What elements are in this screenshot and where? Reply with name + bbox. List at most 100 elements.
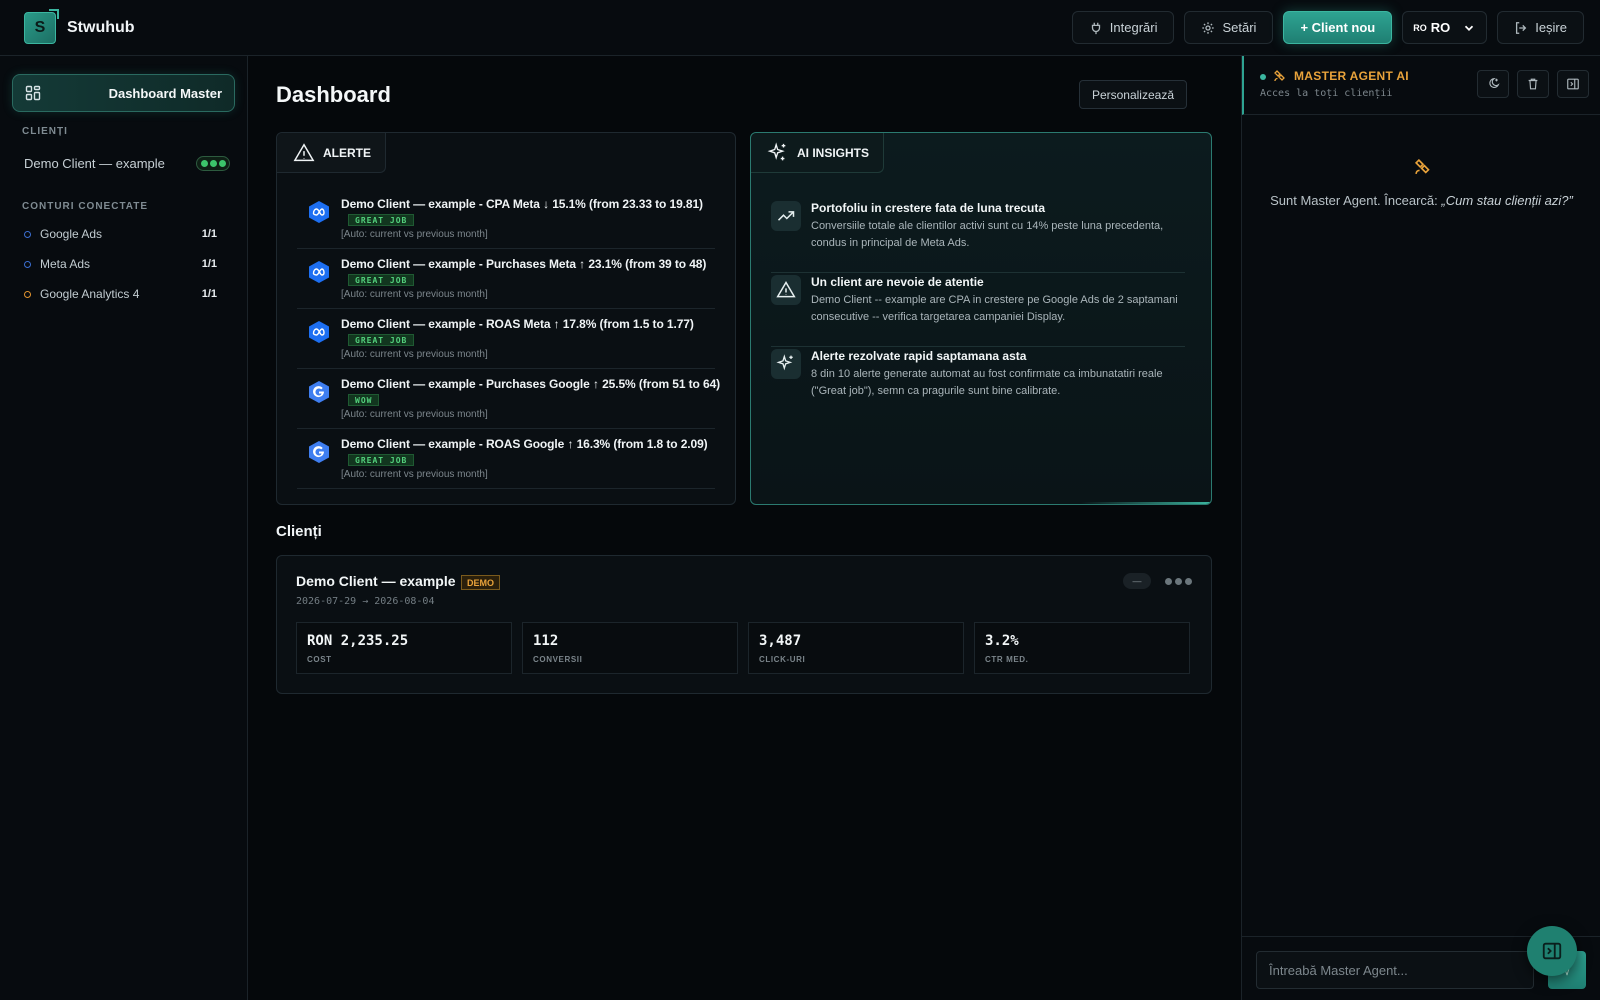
metric-value: 3.2% [985, 633, 1019, 649]
meta-icon [309, 201, 329, 223]
alert-title: Demo Client — example - ROAS Google ↑ 16… [341, 437, 708, 451]
metric-label: CLICK-URI [759, 655, 806, 664]
clear-chat-button[interactable] [1517, 70, 1549, 98]
account-status-dot [24, 290, 31, 298]
agent-title: MASTER AGENT AI [1294, 69, 1409, 83]
insight-title: Alerte rezolvate rapid saptamana asta [811, 349, 1027, 363]
integrations-button[interactable]: Integrări [1071, 11, 1175, 44]
moon-sparkle-icon [1489, 78, 1500, 89]
alert-badge: WOW [348, 394, 380, 406]
alert-title: Demo Client — example - Purchases Google… [341, 377, 721, 391]
alert-item[interactable]: Demo Client — example - Purchases Meta ↑… [297, 249, 715, 309]
clients-heading: CLIENȚI [22, 126, 68, 137]
alerts-panel: ALERTE Demo Client — example - CPA Meta … [276, 132, 736, 505]
agent-message-example: „Cum stau clienții azi?” [1441, 193, 1573, 208]
demo-badge: DEMO [461, 575, 500, 590]
account-google-analytics[interactable]: Google Analytics 4 1/1 [24, 287, 217, 301]
alert-note: [Auto: current vs previous month] [341, 229, 488, 240]
logout-icon [1516, 21, 1527, 34]
agent-subtitle: Acces la toți clienții [1260, 88, 1393, 99]
clients-section-title: Clienți [276, 523, 322, 540]
account-meta-ads[interactable]: Meta Ads 1/1 [24, 257, 217, 271]
satellite-icon [1274, 70, 1285, 82]
panel-toggle-icon [1542, 942, 1562, 960]
metric-label: CTR MED. [985, 655, 1029, 664]
client-name: Demo Client — example [24, 156, 165, 171]
insight-text: Demo Client -- example are CPA in creste… [811, 294, 1178, 323]
warning-icon [293, 142, 315, 161]
metric-value: 3,487 [759, 633, 802, 649]
warning-icon [771, 275, 801, 305]
alert-item[interactable]: Demo Client — example - Purchases Google… [297, 369, 720, 429]
sidebar-item-dashboard-master[interactable]: Dashboard Master [12, 74, 235, 112]
brand[interactable]: S Stwuhub [24, 8, 135, 44]
customize-button[interactable]: Personalizează [1078, 80, 1187, 109]
trend-up-icon [771, 201, 801, 231]
account-name: Meta Ads [40, 257, 91, 271]
account-status-dot [24, 260, 31, 268]
insight-text: 8 din 10 alerte generate automat au fost… [811, 368, 1163, 397]
metric-ctr: 3.2% CTR MED. [974, 622, 1190, 674]
page-title: Dashboard [276, 82, 391, 107]
client-card[interactable]: Demo Client — example DEMO 2026-07-29 → … [276, 555, 1212, 694]
more-options-icon[interactable] [1165, 578, 1192, 585]
accounts-heading: CONTURI CONECTATE [22, 201, 149, 212]
sidebar-item-client[interactable]: Demo Client — example [24, 156, 230, 171]
sparkle-icon [767, 141, 786, 160]
agent-chat-input[interactable] [1256, 951, 1534, 989]
top-actions: Integrări Setări + Client nou RO RO Ieși… [1071, 11, 1584, 44]
metric-value: RON 2,235.25 [307, 633, 409, 649]
language-code: RO [1430, 20, 1451, 35]
agent-header: MASTER AGENT AI Acces la toți clienții [1242, 56, 1600, 115]
alert-item[interactable]: Demo Client — example - CPA Meta ↓ 15.1%… [297, 189, 715, 249]
alert-note: [Auto: current vs previous month] [341, 349, 488, 360]
account-name: Google Ads [40, 227, 103, 241]
online-indicator [1260, 74, 1266, 80]
collapse-panel-button[interactable] [1557, 70, 1589, 98]
app-logo: S [24, 8, 59, 44]
client-status-badge [196, 156, 230, 171]
account-count: 1/1 [201, 228, 217, 240]
alert-badge: GREAT JOB [348, 334, 415, 346]
account-count: 1/1 [201, 258, 217, 270]
sparkle-icon [771, 349, 801, 379]
date-range: 2026-07-29 → 2026-08-04 [296, 596, 435, 607]
insight-title: Portofoliu in crestere fata de luna trec… [811, 201, 1046, 215]
insight-item: Portofoliu in crestere fata de luna trec… [771, 199, 1185, 273]
sidebar: Dashboard Master CLIENȚI Demo Client — e… [0, 56, 248, 1000]
alert-item[interactable]: Demo Client — example - ROAS Google ↑ 16… [297, 429, 715, 489]
status-pill: — [1123, 573, 1151, 589]
ai-insights-tab[interactable]: AI INSIGHTS [751, 133, 885, 173]
new-client-button[interactable]: + Client nou [1283, 11, 1393, 44]
meta-icon [309, 261, 329, 283]
alert-badge: GREAT JOB [348, 454, 415, 466]
language-select[interactable]: RO RO [1402, 11, 1488, 44]
metric-label: COST [307, 655, 332, 664]
alert-note: [Auto: current vs previous month] [341, 289, 488, 300]
alerts-tab[interactable]: ALERTE [277, 133, 386, 173]
ai-insights-panel: AI INSIGHTS Portofoliu in crestere fata … [750, 132, 1212, 505]
insight-item: Alerte rezolvate rapid saptamana asta 8 … [771, 347, 1185, 421]
gear-icon [1202, 21, 1215, 34]
integrations-label: Integrări [1109, 20, 1158, 35]
alert-badge: GREAT JOB [348, 214, 415, 226]
metric-value: 112 [533, 633, 559, 649]
account-google-ads[interactable]: Google Ads 1/1 [24, 227, 217, 241]
alert-title: Demo Client — example - Purchases Meta ↑… [341, 257, 707, 271]
toggle-agent-fab[interactable] [1527, 926, 1577, 976]
plug-icon [1091, 22, 1100, 34]
client-card-name: Demo Client — example [296, 573, 456, 589]
theme-toggle-button[interactable] [1477, 70, 1509, 98]
google-icon [309, 441, 329, 463]
logout-button[interactable]: Ieșire [1497, 11, 1584, 44]
alert-item[interactable]: Demo Client — example - ROAS Meta ↑ 17.8… [297, 309, 715, 369]
account-status-dot [24, 230, 31, 238]
main-content: Dashboard Personalizează ALERTE Demo Cli… [248, 56, 1241, 1000]
trash-icon [1528, 78, 1538, 90]
agent-message-intro: Sunt Master Agent. Încearcă: [1270, 193, 1442, 208]
settings-button[interactable]: Setări [1184, 11, 1274, 44]
master-agent-panel: MASTER AGENT AI Acces la toți clienții S… [1241, 56, 1600, 1000]
panel-collapse-icon [1567, 78, 1579, 90]
google-icon [309, 381, 329, 403]
chevron-down-icon [1465, 25, 1474, 31]
